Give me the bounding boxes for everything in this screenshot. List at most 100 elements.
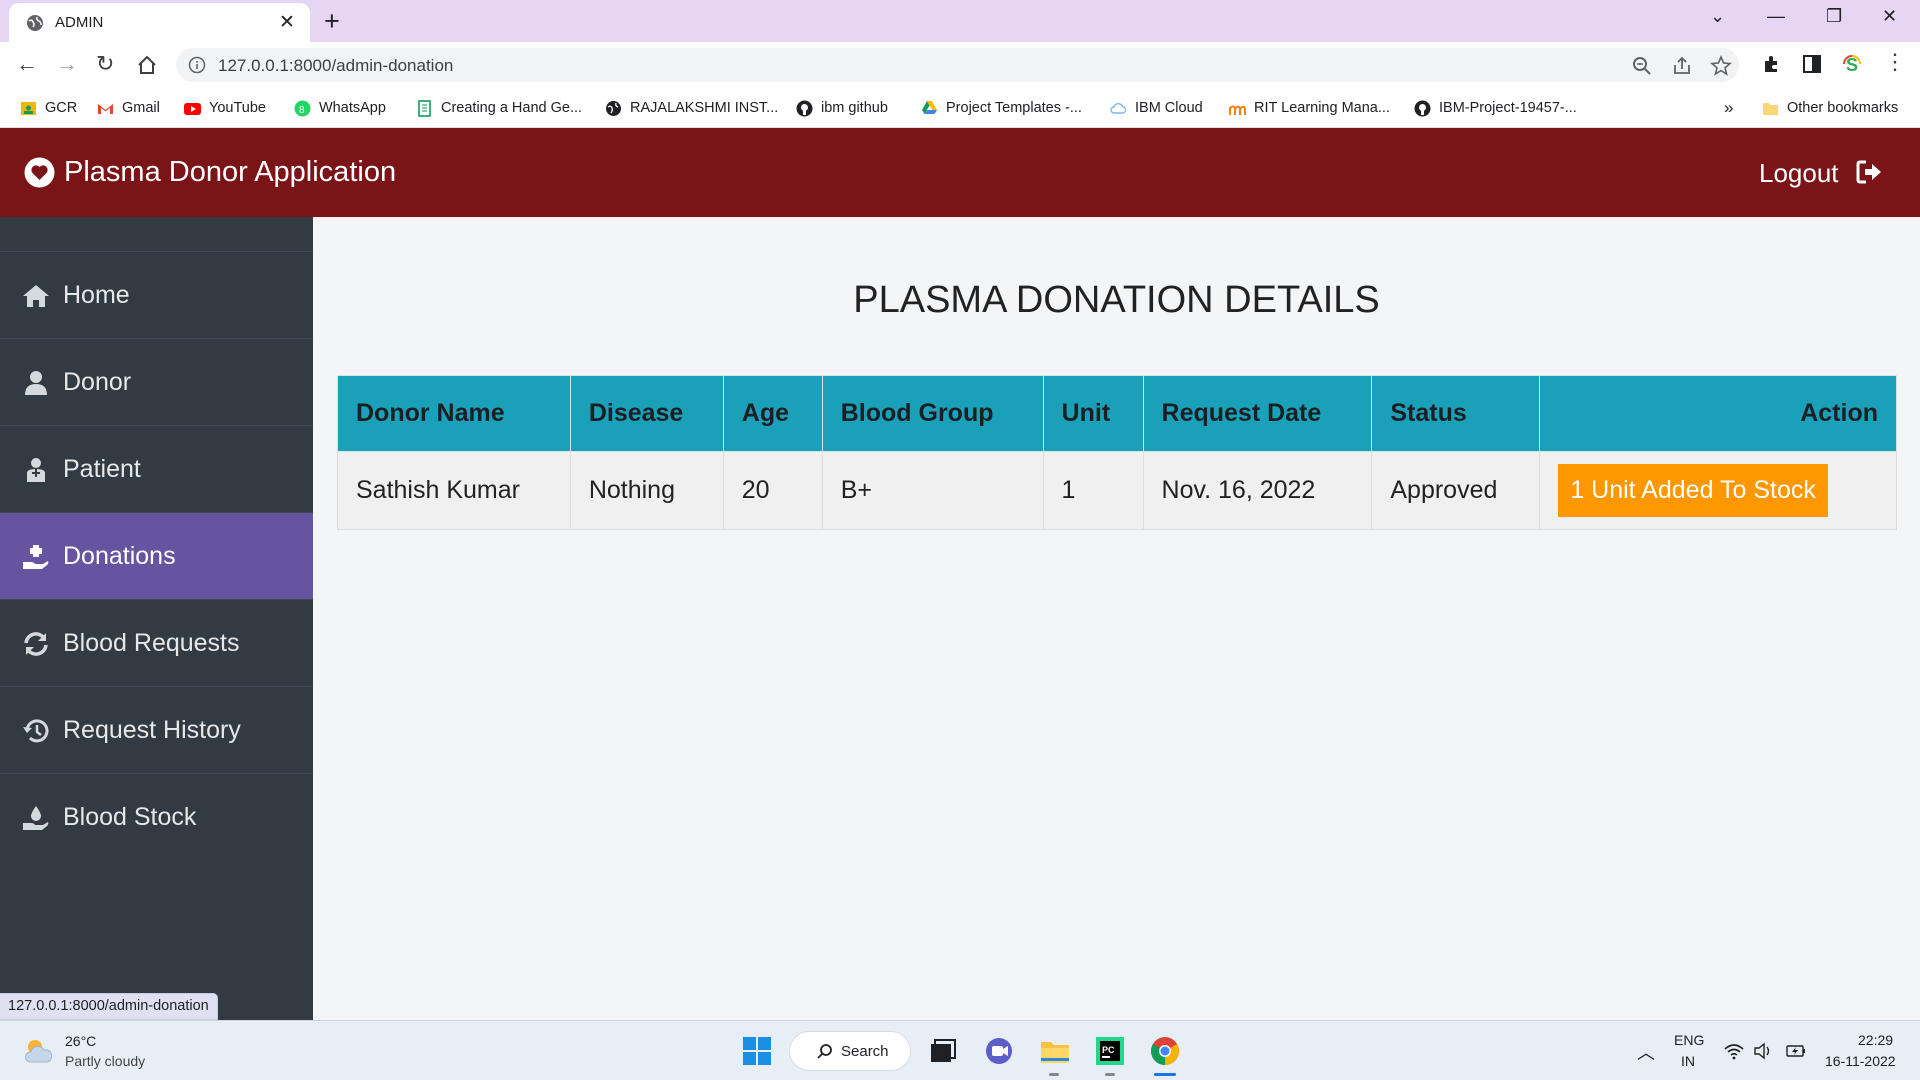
side-panel-icon[interactable]: [1801, 53, 1823, 75]
volume-icon[interactable]: [1753, 1042, 1773, 1060]
bookmark-label: RIT Learning Mana...: [1254, 100, 1390, 116]
partly-cloudy-icon[interactable]: [22, 1035, 56, 1065]
bookmark-ibm-cloud[interactable]: IBM Cloud: [1110, 98, 1203, 118]
browser-tab-admin[interactable]: ADMIN ✕: [9, 3, 310, 42]
region-indicator[interactable]: IN: [1681, 1053, 1695, 1069]
bookmark-label: ibm github: [821, 100, 888, 116]
browser-menu-icon[interactable]: ⋮: [1884, 49, 1906, 75]
sidebar-item-donor[interactable]: Donor: [0, 338, 313, 425]
bookmark-rit-learning[interactable]: RIT Learning Mana...: [1229, 98, 1390, 118]
bookmark-label: RAJALAKSHMI INST...: [630, 100, 779, 116]
battery-charging-icon[interactable]: [1786, 1042, 1806, 1060]
tab-close-icon[interactable]: ✕: [279, 11, 295, 34]
search-icon: [817, 1044, 832, 1059]
home-icon: [23, 285, 49, 307]
logout-link[interactable]: Logout: [1759, 158, 1839, 189]
bookmark-rajalakshmi[interactable]: RAJALAKSHMI INST...: [605, 98, 778, 118]
bookmark-label: IBM-Project-19457-...: [1439, 100, 1577, 116]
task-view-icon[interactable]: [925, 1034, 959, 1068]
site-info-icon[interactable]: [188, 56, 206, 74]
svg-text:PC: PC: [1102, 1045, 1115, 1055]
close-window-icon[interactable]: ✕: [1882, 6, 1897, 27]
sidebar-item-label: Blood Stock: [63, 803, 197, 831]
running-indicator: [1049, 1073, 1059, 1076]
column-header-status: Status: [1371, 375, 1541, 452]
sidebar-item-donations[interactable]: Donations: [0, 512, 313, 599]
sign-out-icon[interactable]: [1855, 158, 1883, 186]
sidebar-item-home[interactable]: Home: [0, 251, 313, 338]
extensions-icon[interactable]: [1761, 53, 1783, 75]
bookmark-star-icon[interactable]: [1710, 55, 1732, 77]
restore-icon[interactable]: ❐: [1826, 6, 1842, 27]
bookmark-project-templates[interactable]: Project Templates -...: [921, 98, 1082, 118]
clock-time[interactable]: 22:29: [1858, 1032, 1893, 1048]
browser-toolbar: ← → ↻ 127.0.0.1:8000/admin-donation S ⋮: [0, 42, 1920, 88]
reload-icon[interactable]: ↻: [96, 51, 114, 77]
wifi-icon[interactable]: [1724, 1042, 1744, 1060]
cell-action: 1 Unit Added To Stock: [1539, 451, 1897, 530]
forward-icon[interactable]: →: [56, 51, 78, 77]
bookmark-creating-hand-gesture[interactable]: Creating a Hand Ge...: [416, 98, 582, 118]
document-icon: [418, 99, 431, 117]
sidebar-item-request-history[interactable]: Request History: [0, 686, 313, 773]
address-bar[interactable]: 127.0.0.1:8000/admin-donation: [176, 48, 1739, 82]
language-indicator[interactable]: ENG: [1674, 1032, 1704, 1048]
pycharm-icon[interactable]: PC: [1093, 1034, 1127, 1068]
user-icon: [25, 371, 47, 395]
home-page-icon[interactable]: [136, 54, 158, 76]
column-header-unit: Unit: [1042, 375, 1144, 452]
minimize-icon[interactable]: —: [1767, 6, 1785, 27]
heart-logo-icon: [24, 157, 55, 188]
main-content: PLASMA DONATION DETAILS Donor Name Disea…: [313, 217, 1920, 1020]
bookmark-gcr[interactable]: GCR: [20, 98, 77, 118]
zoom-icon[interactable]: [1631, 55, 1653, 77]
sidebar-item-patient[interactable]: Patient: [0, 425, 313, 512]
bookmark-youtube[interactable]: YouTube: [184, 98, 266, 118]
teams-chat-icon[interactable]: [982, 1034, 1016, 1068]
table-header-row: Donor Name Disease Age Blood Group Unit …: [337, 375, 1897, 452]
link-preview-status: 127.0.0.1:8000/admin-donation: [0, 993, 218, 1020]
github-icon: [1414, 100, 1431, 116]
active-app-indicator: [1154, 1073, 1176, 1076]
youtube-icon: [184, 102, 201, 115]
bookmark-ibm-github[interactable]: ibm github: [796, 98, 888, 118]
back-icon[interactable]: ←: [16, 51, 38, 77]
other-bookmarks-folder[interactable]: Other bookmarks: [1762, 98, 1898, 118]
cell-request-date: Nov. 16, 2022: [1142, 451, 1373, 530]
more-bookmarks-button[interactable]: »: [1724, 98, 1733, 118]
clock-date[interactable]: 16-11-2022: [1825, 1053, 1896, 1069]
taskbar-search[interactable]: Search: [789, 1031, 911, 1071]
bookmark-label: IBM Cloud: [1135, 100, 1203, 116]
google-drive-icon: [922, 100, 937, 114]
tab-search-icon[interactable]: ⌄: [1710, 6, 1725, 27]
bookmark-label: Gmail: [122, 100, 160, 116]
other-bookmarks-label: Other bookmarks: [1787, 100, 1899, 116]
added-to-stock-button[interactable]: 1 Unit Added To Stock: [1558, 464, 1828, 517]
cloud-icon: [1110, 102, 1127, 114]
windows-start-icon[interactable]: [740, 1034, 774, 1068]
bookmark-whatsapp[interactable]: 8 WhatsApp: [294, 98, 386, 118]
bookmarks-bar: GCR Gmail YouTube 8 WhatsApp Creating a …: [0, 88, 1920, 128]
show-hidden-icons-chevron-icon[interactable]: ︿: [1637, 1039, 1655, 1065]
bookmark-ibm-project[interactable]: IBM-Project-19457-...: [1414, 98, 1577, 118]
gmail-icon: [98, 103, 113, 114]
chrome-icon[interactable]: [1148, 1034, 1182, 1068]
sidebar: Home Donor Patient Donations Blood Reque…: [0, 217, 313, 1020]
moodle-icon: [1229, 105, 1246, 115]
bookmark-gmail[interactable]: Gmail: [97, 98, 160, 118]
donation-details-table: Donor Name Disease Age Blood Group Unit …: [337, 375, 1897, 530]
sidebar-item-blood-requests[interactable]: Blood Requests: [0, 599, 313, 686]
globe-icon: [606, 100, 621, 116]
svg-text:8: 8: [299, 105, 305, 116]
share-icon[interactable]: [1671, 55, 1693, 77]
profile-avatar-icon[interactable]: S: [1841, 53, 1863, 75]
stock-hand-icon: [23, 806, 49, 830]
tab-title: ADMIN: [55, 14, 104, 31]
column-header-blood-group: Blood Group: [821, 375, 1044, 452]
column-header-age: Age: [722, 375, 823, 452]
sidebar-item-blood-stock[interactable]: Blood Stock: [0, 773, 313, 860]
file-explorer-icon[interactable]: [1038, 1034, 1072, 1068]
column-header-action: Action: [1539, 375, 1897, 452]
column-header-request-date: Request Date: [1142, 375, 1373, 452]
new-tab-button[interactable]: +: [324, 6, 340, 37]
